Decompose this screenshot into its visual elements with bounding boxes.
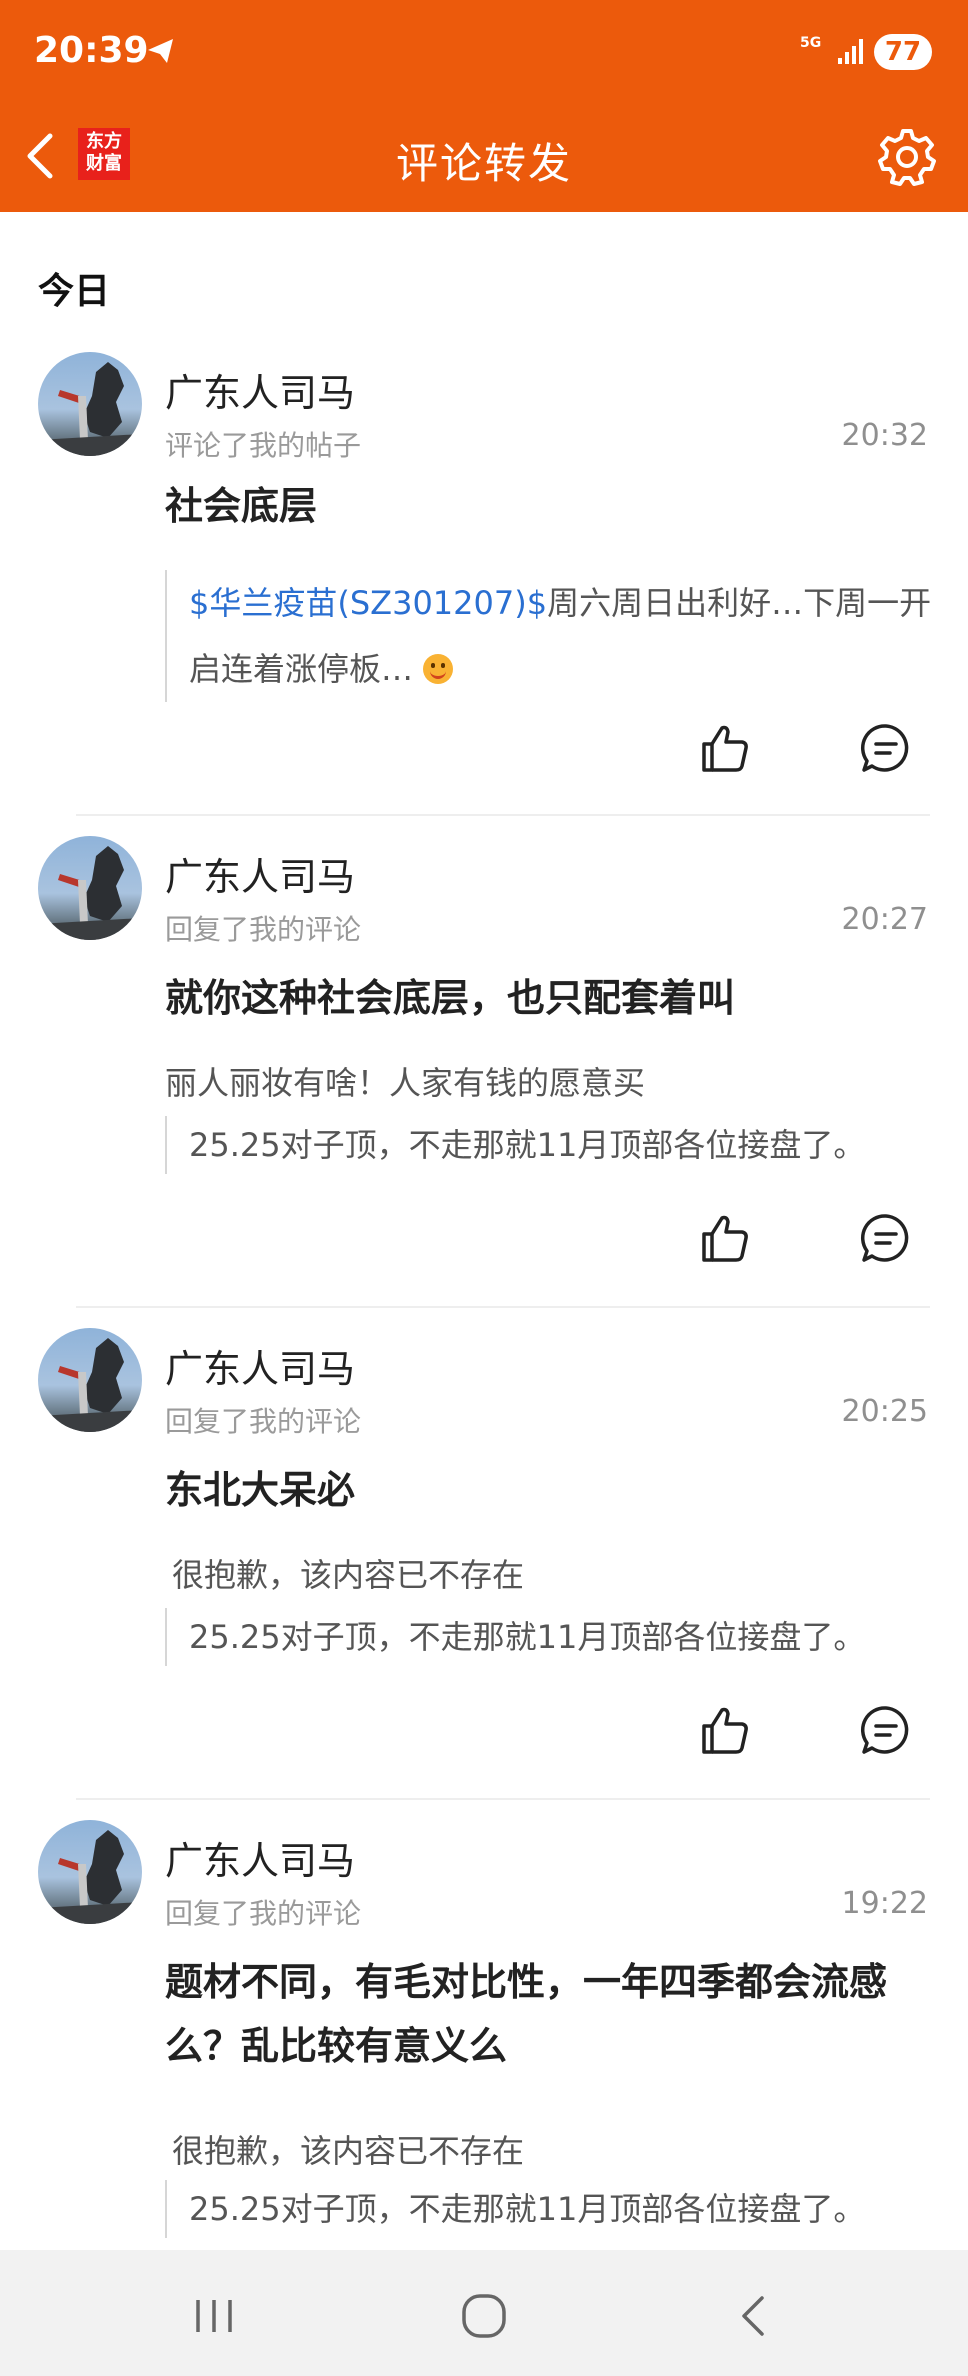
timestamp: 20:32: [841, 418, 928, 453]
quoted-comment-text: 25.25对子顶，不走那就11月顶部各位接盘了。: [189, 1618, 866, 1656]
timestamp: 20:25: [841, 1394, 928, 1429]
quoted-comment-text: 25.25对子顶，不走那就11月顶部各位接盘了。: [189, 1126, 866, 1164]
notification-item: 广东人司马 回复了我的评论 20:25 东北大呆必 很抱歉，该内容已不存在 25…: [0, 1328, 968, 1788]
action-text: 回复了我的评论: [165, 1405, 362, 1438]
action-text: 回复了我的评论: [165, 913, 362, 946]
notification-item: 广东人司马 回复了我的评论 20:27 就你这种社会底层，也只配套着叫 丽人丽妆…: [0, 836, 968, 1296]
status-time: 20:39: [34, 30, 149, 71]
stock-link[interactable]: $华兰疫苗(SZ301207)$: [189, 584, 547, 622]
avatar[interactable]: [38, 1328, 142, 1432]
action-text: 评论了我的帖子: [165, 429, 362, 462]
username[interactable]: 广东人司马: [165, 362, 355, 417]
quoted-comment[interactable]: 25.25对子顶，不走那就11月顶部各位接盘了。: [165, 1608, 935, 1666]
smile-emoji-icon: [423, 654, 454, 684]
section-title-today: 今日: [38, 271, 111, 312]
divider: [76, 814, 930, 816]
network-type: 5G: [800, 35, 822, 51]
comment-text[interactable]: 社会底层: [165, 474, 935, 538]
avatar-image: [38, 1338, 142, 1432]
reply-comment-icon[interactable]: [858, 1210, 914, 1266]
username[interactable]: 广东人司马: [165, 1338, 355, 1393]
telegram-icon: [148, 39, 173, 63]
quoted-post[interactable]: $华兰疫苗(SZ301207)$周六周日出利好…下周一开启连着涨停板…: [165, 570, 935, 702]
quoted-comment[interactable]: 25.25对子顶，不走那就11月顶部各位接盘了。: [165, 2180, 935, 2238]
recent-apps-icon[interactable]: [184, 2286, 244, 2346]
battery-indicator: 77: [874, 34, 932, 70]
action-text: 回复了我的评论: [165, 1897, 362, 1930]
replied-comment-text[interactable]: 很抱歉，该内容已不存在: [172, 1550, 524, 1596]
timestamp: 19:22: [841, 1886, 928, 1921]
replied-comment-text[interactable]: 丽人丽妆有啥！人家有钱的愿意买: [165, 1058, 645, 1104]
comment-text[interactable]: 东北大呆必: [165, 1458, 935, 1522]
replied-comment-text[interactable]: 很抱歉，该内容已不存在: [172, 2126, 524, 2172]
avatar[interactable]: [38, 1820, 142, 1924]
comment-text[interactable]: 题材不同，有毛对比性，一年四季都会流感么？乱比较有意义么: [165, 1950, 935, 2078]
avatar-image: [38, 1830, 142, 1924]
back-nav-icon[interactable]: [724, 2286, 784, 2346]
like-icon[interactable]: [696, 720, 752, 776]
quoted-comment-text: 25.25对子顶，不走那就11月顶部各位接盘了。: [189, 2190, 866, 2228]
notification-item: 广东人司马 回复了我的评论 19:22 题材不同，有毛对比性，一年四季都会流感么…: [0, 1820, 968, 2250]
avatar-image: [38, 846, 142, 940]
avatar-image: [38, 362, 142, 456]
avatar[interactable]: [38, 836, 142, 940]
quoted-comment[interactable]: 25.25对子顶，不走那就11月顶部各位接盘了。: [165, 1116, 935, 1174]
username[interactable]: 广东人司马: [165, 1830, 355, 1885]
system-nav-bar: [0, 2250, 968, 2376]
like-icon[interactable]: [696, 1702, 752, 1758]
username[interactable]: 广东人司马: [165, 846, 355, 901]
comment-text[interactable]: 就你这种社会底层，也只配套着叫: [165, 966, 935, 1030]
reply-comment-icon[interactable]: [858, 720, 914, 776]
home-icon[interactable]: [454, 2286, 514, 2346]
settings-gear-icon[interactable]: [876, 126, 938, 188]
signal-icon: [838, 39, 863, 64]
divider: [76, 1798, 930, 1800]
timestamp: 20:27: [841, 902, 928, 937]
notification-item: 广东人司马 评论了我的帖子 20:32 社会底层 $华兰疫苗(SZ301207)…: [0, 352, 968, 812]
divider: [76, 1306, 930, 1308]
app-bar: 东方 财富 评论转发: [0, 100, 968, 212]
page-title: 评论转发: [395, 139, 572, 188]
avatar[interactable]: [38, 352, 142, 456]
like-icon[interactable]: [696, 1210, 752, 1266]
reply-comment-icon[interactable]: [858, 1702, 914, 1758]
status-bar: 20:39 5G 77: [0, 0, 968, 100]
